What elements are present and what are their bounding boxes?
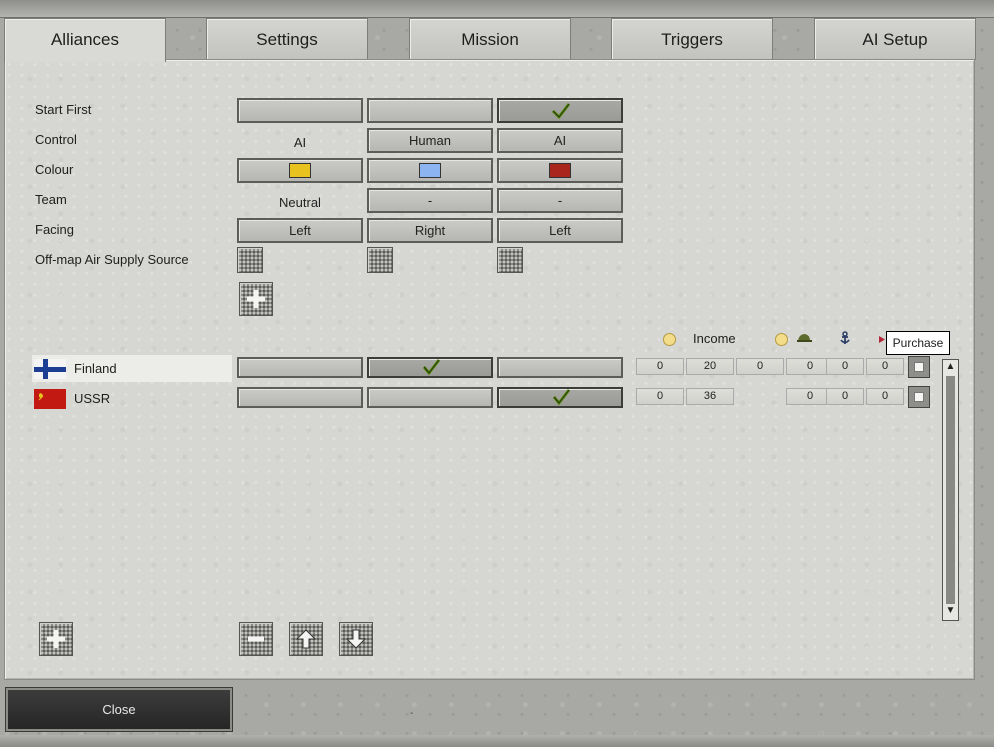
arrow-down-icon: [345, 629, 367, 649]
ussr-income-cell[interactable]: 36: [686, 388, 734, 405]
checkmark-icon: [551, 103, 571, 120]
minus-icon: [248, 636, 264, 642]
control-button-2[interactable]: Human: [367, 128, 493, 153]
label-start-first: Start First: [35, 102, 92, 117]
scroll-up-arrow-icon[interactable]: ▲: [944, 361, 957, 374]
window-frame-top: [0, 0, 994, 18]
finland-value-cell[interactable]: 0: [636, 358, 684, 375]
add-faction-button[interactable]: [39, 622, 73, 656]
checkmark-icon: [552, 389, 571, 406]
scroll-track[interactable]: [946, 376, 955, 604]
team-value-1: Neutral: [279, 195, 321, 210]
checkmark-icon: [422, 359, 441, 376]
ussr-flag-icon: [34, 389, 66, 409]
faction-row-ussr[interactable]: USSR: [32, 385, 232, 412]
finland-income-cell[interactable]: 20: [686, 358, 734, 375]
finland-flag-icon: [34, 359, 66, 379]
ussr-value-cell[interactable]: 0: [826, 388, 864, 405]
finland-alliance-1[interactable]: [237, 357, 363, 378]
coin-icon-2: [775, 333, 788, 346]
coin-icon: [663, 333, 676, 346]
ussr-value-cell[interactable]: 0: [636, 388, 684, 405]
finland-value-cell[interactable]: 0: [826, 358, 864, 375]
window-frame-bottom: [0, 735, 994, 747]
colour-swatch-2: [419, 163, 441, 179]
colour-button-3[interactable]: [497, 158, 623, 183]
finland-purchase-checkbox[interactable]: [908, 356, 930, 378]
faction-name: Finland: [74, 361, 117, 376]
scroll-down-arrow-icon[interactable]: ▼: [944, 605, 957, 618]
facing-button-2[interactable]: Right: [367, 218, 493, 243]
anchor-icon: [840, 331, 850, 344]
control-value-1: AI: [293, 135, 307, 150]
control-button-3[interactable]: AI: [497, 128, 623, 153]
faction-list-scrollbar[interactable]: ▲ ▼: [942, 359, 959, 621]
facing-button-1[interactable]: Left: [237, 218, 363, 243]
plus-icon: [247, 290, 265, 308]
ussr-purchase-checkbox[interactable]: [908, 386, 930, 408]
tab-settings[interactable]: Settings: [206, 18, 368, 60]
status-mark: -: [410, 708, 414, 719]
finland-value-cell[interactable]: 0: [866, 358, 904, 375]
tab-ai-setup[interactable]: AI Setup: [814, 18, 976, 60]
tab-triggers[interactable]: Triggers: [611, 18, 773, 60]
team-button-2[interactable]: -: [367, 188, 493, 213]
start-first-button-2[interactable]: [367, 98, 493, 123]
colour-swatch-3: [549, 163, 571, 179]
plus-icon: [47, 630, 65, 648]
label-team: Team: [35, 192, 67, 207]
purchase-tooltip: Purchase: [886, 331, 950, 355]
ussr-alliance-1[interactable]: [237, 387, 363, 408]
ussr-alliance-2[interactable]: [367, 387, 493, 408]
arrow-up-icon: [295, 629, 317, 649]
air-supply-toggle-3[interactable]: [497, 247, 523, 273]
air-supply-toggle-1[interactable]: [237, 247, 263, 273]
finland-alliance-2[interactable]: [367, 357, 493, 378]
move-down-button[interactable]: [339, 622, 373, 656]
air-supply-toggle-2[interactable]: [367, 247, 393, 273]
close-button[interactable]: Close: [6, 688, 232, 731]
finland-alliance-3[interactable]: [497, 357, 623, 378]
finland-value-cell[interactable]: 0: [736, 358, 784, 375]
colour-button-1[interactable]: [237, 158, 363, 183]
ussr-value-cell[interactable]: 0: [866, 388, 904, 405]
facing-button-3[interactable]: Left: [497, 218, 623, 243]
start-first-button-1[interactable]: [237, 98, 363, 123]
add-alliance-button[interactable]: [239, 282, 273, 316]
label-control: Control: [35, 132, 77, 147]
income-label: Income: [693, 331, 736, 346]
move-up-button[interactable]: [289, 622, 323, 656]
label-air-supply-source: Off-map Air Supply Source: [35, 252, 189, 267]
tab-mission[interactable]: Mission: [409, 18, 571, 60]
colour-swatch-1: [289, 163, 311, 179]
ussr-alliance-3[interactable]: [497, 387, 623, 408]
label-facing: Facing: [35, 222, 75, 237]
colour-button-2[interactable]: [367, 158, 493, 183]
ussr-value-cell: [736, 388, 784, 405]
faction-row-finland[interactable]: Finland: [32, 355, 232, 382]
start-first-button-3[interactable]: [497, 98, 623, 123]
helmet-icon: [797, 334, 812, 342]
faction-name: USSR: [74, 391, 111, 406]
remove-faction-button[interactable]: [239, 622, 273, 656]
flag-marker-icon: [879, 336, 885, 343]
tab-alliances[interactable]: Alliances: [4, 18, 166, 62]
label-colour: Colour: [35, 162, 74, 177]
team-button-3[interactable]: -: [497, 188, 623, 213]
